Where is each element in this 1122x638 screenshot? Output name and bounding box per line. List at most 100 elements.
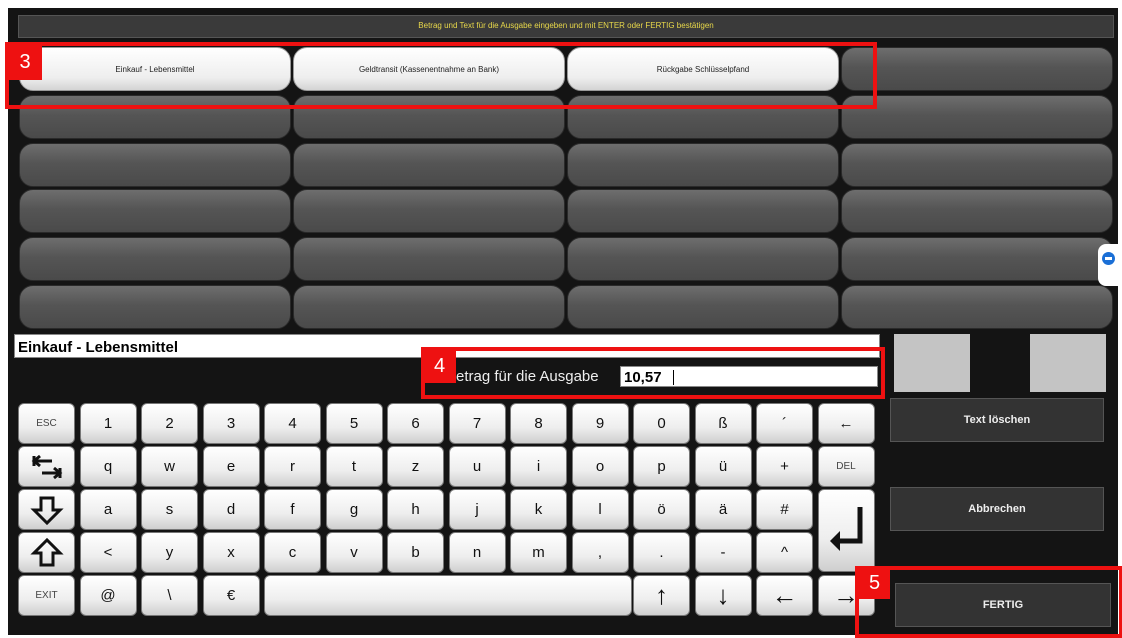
key-^[interactable]: ^: [756, 532, 813, 573]
empty-tile[interactable]: [567, 237, 839, 281]
callout-number-4: 4: [423, 350, 456, 383]
key-backspace[interactable]: ←: [817, 403, 875, 444]
instruction-text: Betrag und Text für die Ausgabe eingeben…: [418, 21, 714, 30]
key-#[interactable]: #: [756, 489, 813, 530]
callout-box-5: [855, 566, 1122, 638]
abbrechen-button[interactable]: Abbrechen: [890, 487, 1104, 531]
key-f[interactable]: f: [264, 489, 321, 530]
callout-number-5: 5: [859, 568, 890, 599]
key-e[interactable]: e: [202, 446, 260, 487]
key-5[interactable]: 5: [325, 403, 383, 444]
key-v[interactable]: v: [325, 532, 383, 573]
callout-box-3: [5, 42, 877, 109]
empty-tile[interactable]: [19, 189, 291, 233]
key-backslash[interactable]: \: [141, 575, 198, 616]
key-j[interactable]: j: [448, 489, 506, 530]
empty-tile[interactable]: [293, 237, 565, 281]
arrow-down-key[interactable]: ↓: [694, 575, 752, 616]
key-w[interactable]: w: [141, 446, 198, 487]
key-p[interactable]: p: [633, 446, 690, 487]
key-a[interactable]: a: [79, 489, 137, 530]
key-del[interactable]: DEL: [817, 446, 875, 487]
key-o[interactable]: o: [571, 446, 629, 487]
key-9[interactable]: 9: [571, 403, 629, 444]
key-ö[interactable]: ö: [633, 489, 690, 530]
shift-icon: [29, 537, 64, 566]
key-esc[interactable]: ESC: [18, 403, 75, 444]
key-at[interactable]: @: [79, 575, 137, 616]
caps-lock-key[interactable]: [18, 489, 75, 530]
key-ä[interactable]: ä: [694, 489, 752, 530]
key-i[interactable]: i: [510, 446, 567, 487]
key-6[interactable]: 6: [387, 403, 444, 444]
key-z[interactable]: z: [387, 446, 444, 487]
key-s[interactable]: s: [141, 489, 198, 530]
tab-key[interactable]: [18, 446, 75, 487]
key-.[interactable]: .: [633, 532, 690, 573]
key-4[interactable]: 4: [264, 403, 321, 444]
key-2[interactable]: 2: [141, 403, 198, 444]
empty-tile[interactable]: [841, 237, 1113, 281]
callout-number-3: 3: [8, 45, 42, 80]
key-g[interactable]: g: [325, 489, 383, 530]
enter-key[interactable]: [817, 489, 875, 572]
key-t[interactable]: t: [325, 446, 383, 487]
teamviewer-tab[interactable]: [1098, 244, 1122, 286]
key-r[interactable]: r: [264, 446, 321, 487]
key-1[interactable]: 1: [79, 403, 137, 444]
teamviewer-icon: [1102, 252, 1115, 265]
instruction-bar: Betrag und Text für die Ausgabe eingeben…: [18, 15, 1114, 38]
description-value: Einkauf - Lebensmittel: [18, 339, 179, 356]
key--[interactable]: -: [694, 532, 752, 573]
key-n[interactable]: n: [448, 532, 506, 573]
arrow-up-key[interactable]: ↑: [633, 575, 690, 616]
text-loeschen-button[interactable]: Text löschen: [890, 398, 1104, 442]
key-b[interactable]: b: [387, 532, 444, 573]
key-0[interactable]: 0: [633, 403, 690, 444]
empty-tile[interactable]: [841, 143, 1113, 187]
screen: Betrag und Text für die Ausgabe eingeben…: [0, 0, 1122, 638]
key-c[interactable]: c: [264, 532, 321, 573]
empty-tile[interactable]: [841, 189, 1113, 233]
tab-icon: [31, 454, 62, 479]
key-8[interactable]: 8: [510, 403, 567, 444]
empty-tile[interactable]: [19, 143, 291, 187]
enter-icon: [830, 506, 863, 551]
key-y[interactable]: y: [141, 532, 198, 573]
key-+[interactable]: +: [756, 446, 813, 487]
key-q[interactable]: q: [79, 446, 137, 487]
callout-box-4: [421, 347, 885, 399]
exit-key[interactable]: EXIT: [18, 575, 75, 616]
key-u[interactable]: u: [448, 446, 506, 487]
empty-tile[interactable]: [293, 189, 565, 233]
empty-tile[interactable]: [567, 143, 839, 187]
key-euro[interactable]: €: [202, 575, 260, 616]
key-ß[interactable]: ß: [694, 403, 752, 444]
key-ü[interactable]: ü: [694, 446, 752, 487]
empty-tile[interactable]: [567, 285, 839, 329]
key-7[interactable]: 7: [448, 403, 506, 444]
empty-tile[interactable]: [567, 189, 839, 233]
empty-tile[interactable]: [841, 95, 1113, 139]
empty-tile[interactable]: [841, 285, 1113, 329]
gray-square-right: [1030, 334, 1106, 392]
key-m[interactable]: m: [510, 532, 567, 573]
key-<[interactable]: <: [79, 532, 137, 573]
key-k[interactable]: k: [510, 489, 567, 530]
key-h[interactable]: h: [387, 489, 444, 530]
space-key[interactable]: [264, 575, 632, 616]
empty-tile[interactable]: [841, 47, 1113, 91]
key-3[interactable]: 3: [202, 403, 260, 444]
key-x[interactable]: x: [202, 532, 260, 573]
shift-key[interactable]: [18, 532, 75, 573]
key-,[interactable]: ,: [571, 532, 629, 573]
arrow-down-outline-icon: [29, 496, 64, 525]
key-´[interactable]: ´: [756, 403, 813, 444]
key-l[interactable]: l: [571, 489, 629, 530]
empty-tile[interactable]: [19, 237, 291, 281]
empty-tile[interactable]: [19, 285, 291, 329]
empty-tile[interactable]: [293, 285, 565, 329]
empty-tile[interactable]: [293, 143, 565, 187]
arrow-left-key[interactable]: ←: [756, 575, 813, 616]
key-d[interactable]: d: [202, 489, 260, 530]
